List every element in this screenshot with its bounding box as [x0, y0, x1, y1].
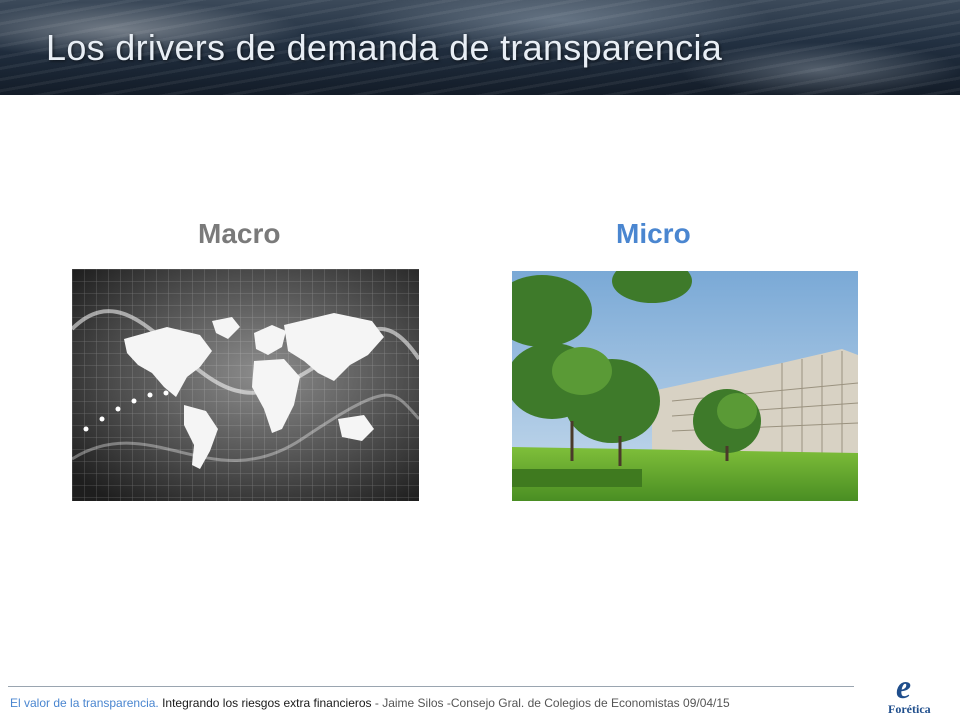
- footer-date: 09/04/15: [683, 696, 730, 710]
- world-map-image: [72, 269, 419, 501]
- footer-text: El valor de la transparencia. Integrando…: [10, 696, 730, 710]
- macro-label: Macro: [198, 218, 281, 249]
- slide-title: Los drivers de demanda de transparencia: [46, 27, 723, 68]
- office-campus-image: [512, 271, 858, 501]
- world-map-graphic: [72, 269, 419, 501]
- header-banner: Los drivers de demanda de transparencia: [0, 0, 960, 95]
- footer-subtitle: Integrando los riesgos extra financieros: [158, 696, 375, 710]
- footer-author: - Jaime Silos -Consejo Gral. de Colegios…: [374, 696, 684, 710]
- office-campus-graphic: [512, 271, 858, 501]
- foretica-logo-icon: e Forética: [888, 669, 931, 716]
- footer-series: El valor de la transparencia.: [10, 696, 159, 710]
- footer-divider: [8, 686, 854, 687]
- svg-text:e: e: [896, 669, 911, 706]
- svg-text:Forética: Forética: [888, 702, 931, 716]
- micro-label: Micro: [616, 218, 691, 249]
- foretica-logo: e Forética: [882, 668, 952, 716]
